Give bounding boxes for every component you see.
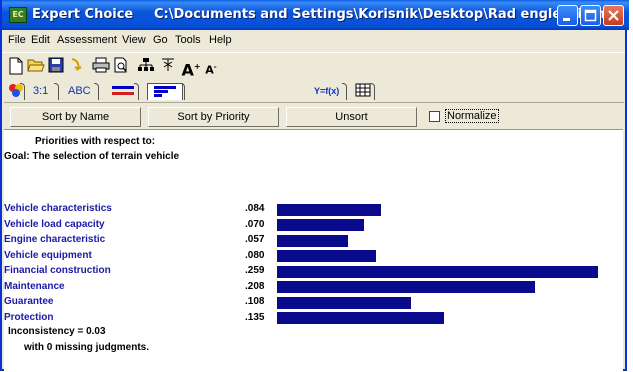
priority-bar [277,296,411,309]
tab-abc[interactable]: ABC [64,83,95,99]
tab-separator [370,83,375,100]
tree-icon[interactable] [136,57,156,77]
priority-value: .208 [245,280,265,292]
expert-choice-app-icon[interactable]: EC [9,7,27,23]
app-window: EC Expert Choice C:\Documents and Settin… [0,0,629,372]
undo-icon[interactable] [66,57,86,77]
file-path-title: C:\Documents and Settings\Korisnik\Deskt… [154,7,615,22]
maximize-button[interactable] [580,5,601,26]
priority-value: .084 [245,203,265,214]
priority-bar [277,312,444,324]
tab-priority-bars[interactable] [147,83,183,100]
priority-value: .135 [245,311,265,323]
report-heading: Priorities with respect to: [35,136,156,147]
maximize-icon [584,9,597,22]
print-icon[interactable] [91,57,111,77]
minimize-button[interactable] [557,5,578,26]
menu-assessment[interactable]: Assessment [57,34,117,46]
tab-separator [180,83,185,100]
priority-bar [277,219,364,231]
double-line-icon [112,86,134,95]
tab-separator [20,83,25,100]
menu-edit[interactable]: Edit [31,34,50,46]
menu-tools[interactable]: Tools [175,34,201,46]
menu-view[interactable]: View [122,34,146,46]
app-title: Expert Choice [32,7,134,22]
criterion-label: Vehicle equipment [4,249,92,261]
menu-go[interactable]: Go [153,34,168,46]
formula-icon[interactable] [158,57,178,77]
criterion-label: Protection [4,311,54,323]
menu-help[interactable]: Help [209,34,232,46]
sort-by-name-button[interactable]: Sort by Name [10,107,141,127]
tab-separator [54,83,59,100]
missing-judgments-text: with 0 missing judgments. [24,342,150,353]
unsort-button[interactable]: Unsort [286,107,417,127]
priority-value: .057 [245,234,265,245]
priority-value: .108 [245,296,265,307]
font-smaller-icon[interactable]: A- [201,57,221,77]
save-icon[interactable] [46,57,66,77]
criterion-label: Guarantee [4,296,54,307]
sort-by-priority-button[interactable]: Sort by Priority [148,107,279,127]
priority-bar [277,203,381,216]
menu-bar: File Edit Assessment View Go Tools Help [2,30,625,52]
minimize-icon [563,18,570,21]
menu-file[interactable]: File [8,34,26,46]
view-tabs: 3:1 ABC Y=f(x) [2,81,625,101]
bars-icon [154,86,176,97]
priority-bar [277,234,348,247]
goal-title: Goal: The selection of terrain vehicle [4,151,180,162]
sort-controls: Sort by Name Sort by Priority Unsort Nor… [4,102,624,129]
close-button[interactable] [603,5,624,26]
normalize-checkbox[interactable] [429,111,440,122]
tab-ratio[interactable]: 3:1 [29,83,52,99]
criterion-label: Maintenance [4,280,65,292]
priority-bar [277,265,598,278]
priorities-report: Priorities with respect to: Goal: The se… [4,129,623,372]
open-folder-icon[interactable] [26,57,46,77]
tab-separator [342,83,347,100]
tab-formula[interactable]: Y=f(x) [310,83,343,99]
title-bar[interactable]: EC Expert Choice C:\Documents and Settin… [2,0,629,30]
inconsistency-text: Inconsistency = 0.03 [8,326,106,337]
tab-separator [134,83,139,100]
font-larger-icon[interactable]: A+ [181,57,201,79]
normalize-label[interactable]: Normalize [445,109,499,123]
priority-value: .080 [245,249,265,261]
criterion-label: Vehicle characteristics [4,203,112,214]
priority-value: .259 [245,265,265,276]
tab-separator [94,83,99,100]
new-file-icon[interactable] [6,57,26,77]
criterion-label: Engine characteristic [4,234,106,245]
toolbar: A+ A- [2,52,625,82]
priority-bar [277,250,376,262]
priority-value: .070 [245,218,265,230]
close-icon [608,10,619,21]
criterion-label: Financial construction [4,265,111,276]
grid-icon [355,83,371,97]
priority-bar [277,281,535,293]
print-preview-icon[interactable] [111,57,131,77]
criterion-label: Vehicle load capacity [4,218,105,230]
